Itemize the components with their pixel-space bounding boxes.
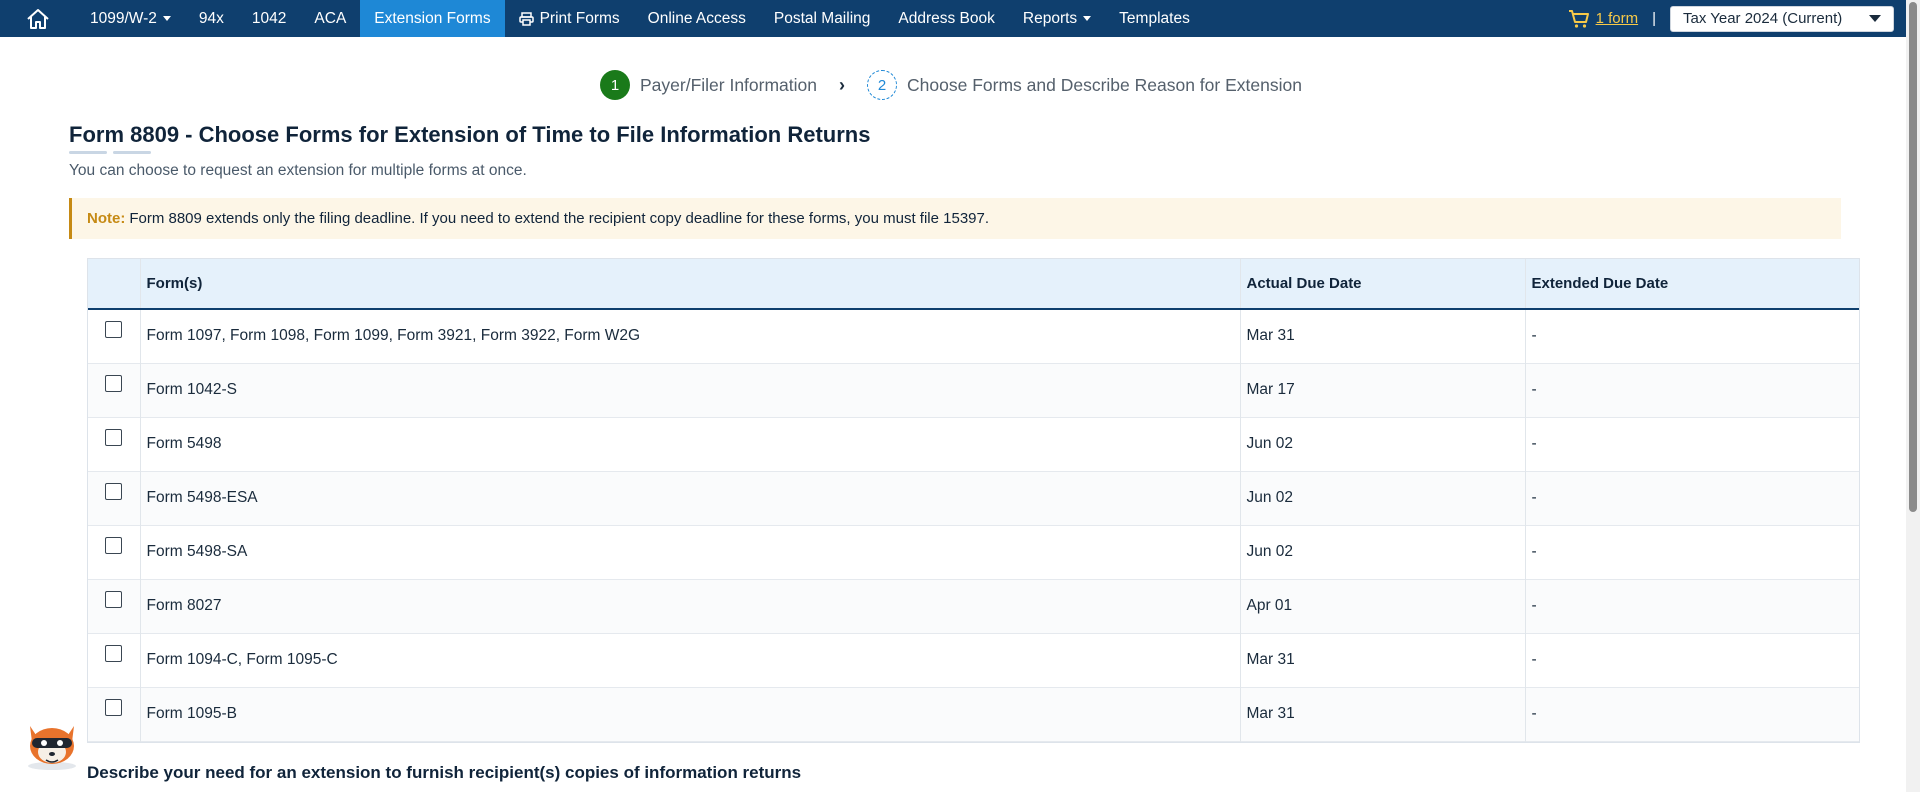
nav-1099-w2[interactable]: 1099/W-2 xyxy=(76,0,185,37)
extended-due-date-cell: - xyxy=(1524,363,1859,417)
actual-due-date-cell: Jun 02 xyxy=(1239,417,1525,471)
form-name-cell: Form 1097, Form 1098, Form 1099, Form 39… xyxy=(139,309,1240,363)
select-column-header xyxy=(88,259,140,309)
printer-icon xyxy=(518,11,534,26)
actual-due-date-cell: Mar 31 xyxy=(1239,687,1525,741)
nav-aca[interactable]: ACA xyxy=(300,0,360,37)
form-name-cell: Form 1094-C, Form 1095-C xyxy=(139,633,1240,687)
table-row: Form 1042-S Mar 17 - xyxy=(88,363,1859,417)
page-title: Form 8809 - Choose Forms for Extension o… xyxy=(69,122,871,147)
cart-count-label: 1 form xyxy=(1595,10,1639,27)
cart-icon xyxy=(1568,9,1589,28)
form-name-cell: Form 1095-B xyxy=(139,687,1240,741)
table-row: Form 1095-B Mar 31 - xyxy=(88,687,1859,741)
home-icon xyxy=(27,8,49,29)
describe-extension-heading: Describe your need for an extension to f… xyxy=(87,763,802,782)
vertical-scrollbar[interactable] xyxy=(1906,0,1920,792)
nav-online-access[interactable]: Online Access xyxy=(634,0,760,37)
top-navigation: 1099/W-2 94x 1042 ACA Extension Forms Pr… xyxy=(0,0,1906,37)
step-1-label: Payer/Filer Information xyxy=(640,74,818,95)
table-row: Form 8027 Apr 01 - xyxy=(88,579,1859,633)
actual-due-date-cell: Jun 02 xyxy=(1239,471,1525,525)
nav-address-book[interactable]: Address Book xyxy=(884,0,1009,37)
column-header-forms: Form(s) xyxy=(139,259,1240,309)
row-checkbox[interactable] xyxy=(105,645,123,662)
nav-postal-mailing[interactable]: Postal Mailing xyxy=(760,0,885,37)
note-label: Note: xyxy=(87,210,126,227)
actual-due-date-cell: Jun 02 xyxy=(1239,525,1525,579)
extended-due-date-cell: - xyxy=(1524,687,1859,741)
extended-due-date-cell: - xyxy=(1524,309,1859,363)
nav-reports[interactable]: Reports xyxy=(1009,0,1105,37)
tax-year-value: Tax Year 2024 (Current) xyxy=(1683,10,1843,27)
row-checkbox[interactable] xyxy=(105,591,123,608)
actual-due-date-cell: Mar 17 xyxy=(1239,363,1525,417)
cart-link[interactable]: 1 form xyxy=(1568,9,1639,29)
form-name-cell: Form 5498-SA xyxy=(139,525,1240,579)
chevron-down-icon xyxy=(162,16,171,21)
form-name-cell: Form 5498-ESA xyxy=(139,471,1240,525)
column-header-extended-due-date: Extended Due Date xyxy=(1524,259,1859,309)
table-row: Form 5498-ESA Jun 02 - xyxy=(88,471,1859,525)
progress-stepper: 1 Payer/Filer Information › 2 Choose For… xyxy=(600,69,1302,101)
actual-due-date-cell: Mar 31 xyxy=(1239,309,1525,363)
forms-table-container: Form(s) Actual Due Date Extended Due Dat… xyxy=(87,258,1860,743)
extended-due-date-cell: - xyxy=(1524,417,1859,471)
table-row: Form 5498-SA Jun 02 - xyxy=(88,525,1859,579)
row-checkbox[interactable] xyxy=(105,321,123,339)
table-row: Form 1094-C, Form 1095-C Mar 31 - xyxy=(88,633,1859,687)
nav-1042[interactable]: 1042 xyxy=(238,0,300,37)
home-button[interactable] xyxy=(0,0,76,37)
page-subtitle: You can choose to request an extension f… xyxy=(69,162,527,179)
extended-due-date-cell: - xyxy=(1524,579,1859,633)
form-name-cell: Form 1042-S xyxy=(139,363,1240,417)
extended-due-date-cell: - xyxy=(1524,471,1859,525)
row-checkbox[interactable] xyxy=(105,537,123,554)
nav-94x[interactable]: 94x xyxy=(185,0,238,37)
assistant-mascot-avatar[interactable] xyxy=(20,712,84,772)
nav-print-forms[interactable]: Print Forms xyxy=(505,0,634,37)
table-row: Form 5498 Jun 02 - xyxy=(88,417,1859,471)
table-row: Form 1097, Form 1098, Form 1099, Form 39… xyxy=(88,309,1859,363)
step-2[interactable]: 2 Choose Forms and Describe Reason for E… xyxy=(867,70,1302,100)
step-1[interactable]: 1 Payer/Filer Information xyxy=(600,70,817,100)
nav-right-group: 1 form | Tax Year 2024 (Current) xyxy=(1568,0,1894,37)
step-2-label: Choose Forms and Describe Reason for Ext… xyxy=(907,74,1302,95)
extended-due-date-cell: - xyxy=(1524,525,1859,579)
raccoon-mascot-icon xyxy=(28,726,76,770)
row-checkbox[interactable] xyxy=(105,375,123,392)
nav-templates[interactable]: Templates xyxy=(1105,0,1204,37)
row-checkbox[interactable] xyxy=(105,483,123,500)
actual-due-date-cell: Mar 31 xyxy=(1239,633,1525,687)
scrollbar-thumb[interactable] xyxy=(1909,2,1917,512)
step-2-number: 2 xyxy=(867,70,898,100)
note-text: Form 8809 extends only the filing deadli… xyxy=(129,210,990,227)
form-name-cell: Form 8027 xyxy=(139,579,1240,633)
chevron-down-icon xyxy=(1083,16,1092,21)
table-header-row: Form(s) Actual Due Date Extended Due Dat… xyxy=(88,259,1859,309)
chevron-right-icon: › xyxy=(839,74,846,95)
actual-due-date-cell: Apr 01 xyxy=(1239,579,1525,633)
nav-separator: | xyxy=(1652,10,1656,27)
forms-table: Form(s) Actual Due Date Extended Due Dat… xyxy=(88,259,1859,742)
row-checkbox[interactable] xyxy=(105,429,123,446)
note-banner: Note: Form 8809 extends only the filing … xyxy=(69,198,1841,239)
column-header-actual-due-date: Actual Due Date xyxy=(1239,259,1525,309)
nav-extension-forms[interactable]: Extension Forms xyxy=(360,0,505,37)
extended-due-date-cell: - xyxy=(1524,633,1859,687)
row-checkbox[interactable] xyxy=(105,699,123,716)
tax-year-select[interactable]: Tax Year 2024 (Current) xyxy=(1670,5,1894,32)
form-name-cell: Form 5498 xyxy=(139,417,1240,471)
step-1-number: 1 xyxy=(600,70,630,100)
chevron-down-icon xyxy=(1869,15,1881,22)
title-underline-decoration xyxy=(69,151,151,154)
